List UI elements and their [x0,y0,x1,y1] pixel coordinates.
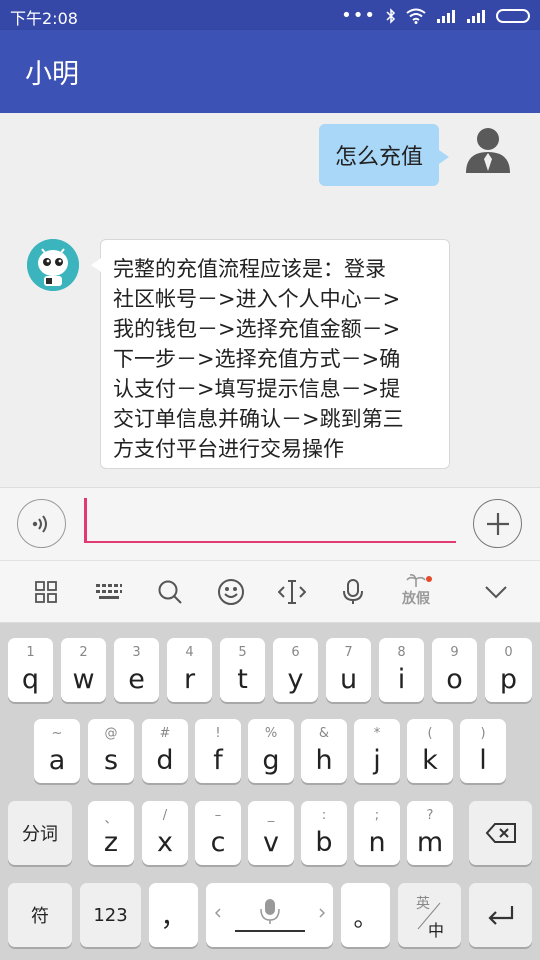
emoji-button[interactable] [216,577,246,607]
backspace-icon [485,823,516,843]
number-key[interactable]: 123 [80,883,141,947]
incoming-line: 交订单信息并确认－>跳到第三 [113,407,404,431]
voice-input-button[interactable] [17,499,66,548]
key-j[interactable]: * j [354,719,400,783]
bot-avatar[interactable] [27,239,79,291]
collapse-keyboard-button[interactable] [481,577,511,607]
search-button[interactable] [155,577,185,607]
voice-keyboard-button[interactable] [338,577,368,607]
key-c[interactable]: – c [195,801,241,865]
chevron-down-icon [485,586,507,599]
key-s[interactable]: @ s [88,719,134,783]
language-switch-key[interactable]: 英 中 [398,883,461,947]
app-bar: 小明 [0,30,540,113]
status-icons: ••• [341,5,530,26]
incoming-line: 完整的充值流程应该是：登录 [113,257,386,281]
key-b[interactable]: :b [301,801,347,865]
sound-wave-icon [32,514,47,533]
wifi-icon [406,8,426,24]
backspace-key[interactable] [469,801,532,865]
palm-tree-icon [406,574,426,587]
menu-grid-button[interactable] [31,577,61,607]
incoming-message[interactable]: 完整的充值流程应该是：登录 社区帐号－>进入个人中心－> 我的钱包－>选择充值金… [91,239,450,469]
text-cursor-icon [278,580,306,604]
key-o[interactable]: 9o [432,638,477,702]
key-m[interactable]: ? m [407,801,453,865]
more-dots-icon: ••• [341,5,376,26]
incoming-line: 下一步－>选择充值方式－>确 [113,347,401,371]
enter-icon [487,906,513,925]
key-p[interactable]: 0p [485,638,532,702]
space-key[interactable] [206,883,333,947]
plus-icon [486,512,509,535]
key-z[interactable]: 、 z [88,801,134,865]
key-i[interactable]: 8i [379,638,424,702]
key-l[interactable]: ) l [460,719,506,783]
comma-key[interactable]: ， [149,883,198,947]
user-avatar-icon[interactable] [464,123,512,175]
enter-key[interactable] [469,883,532,947]
key-h[interactable]: & h [301,719,347,783]
keyboard-icon [96,584,122,599]
status-bar: 下午2:08 ••• [0,0,540,30]
holiday-label: 放假 [402,591,430,607]
key-t[interactable]: 5t [220,638,265,702]
signal-icon-1 [437,9,455,23]
keyboard: 1q 2w 3e 4r 5t 6y 7u 8i 9o 0p ~ a @ s # d !… [0,623,540,960]
microphone-icon [214,899,325,932]
holiday-theme-button[interactable]: 放假 [396,574,436,614]
battery-icon [496,8,530,23]
key-x[interactable]: / x [142,801,188,865]
microphone-icon [343,579,363,604]
key-w[interactable]: 2w [61,638,106,702]
period-key[interactable]: 。 [341,883,390,947]
signal-icon-2 [467,9,485,23]
chat-area[interactable]: 怎么充值 完整的充值流程应该是：登录 社区帐号－>进入个人中心－> 我的钱包－>… [0,113,540,487]
cursor-button[interactable] [277,577,307,607]
key-g[interactable]: % g [248,719,294,783]
add-attachment-button[interactable] [473,499,522,548]
key-r[interactable]: 4r [167,638,212,702]
ime-toolbar: 放假 [0,560,540,623]
symbol-key[interactable]: 符 [8,883,72,947]
key-n[interactable]: ; n [354,801,400,865]
bluetooth-icon [386,7,396,24]
key-a[interactable]: ~ a [34,719,80,783]
outgoing-message[interactable]: 怎么充值 [319,124,449,186]
message-input-bar [0,487,540,560]
segment-key[interactable]: 分词 [8,801,72,865]
grid-icon [35,581,57,603]
incoming-line: 我的钱包－>选择充值金额－> [113,317,401,341]
key-k[interactable]: (k [407,719,453,783]
smiley-icon [218,579,244,605]
status-time: 下午2:08 [10,9,78,28]
key-f[interactable]: ! f [195,719,241,783]
key-d[interactable]: # d [142,719,188,783]
key-y[interactable]: 6y [273,638,318,702]
keyboard-layout-button[interactable] [94,577,124,607]
key-u[interactable]: 7u [326,638,371,702]
incoming-line: 方支付平台进行交易操作 [113,437,344,461]
incoming-line: 认支付－>填写提示信息－>提 [113,377,401,401]
key-e[interactable]: 3e [114,638,159,702]
chat-title: 小明 [25,59,79,90]
incoming-line: 社区帐号－>进入个人中心－> [113,287,401,311]
key-q[interactable]: 1q [8,638,53,702]
outgoing-message-text: 怎么充值 [334,145,423,170]
search-icon [158,580,182,604]
key-v[interactable]: _ v [248,801,294,865]
notification-dot [426,576,432,582]
message-input[interactable] [84,498,456,543]
bot-avatar-icon [27,239,79,291]
